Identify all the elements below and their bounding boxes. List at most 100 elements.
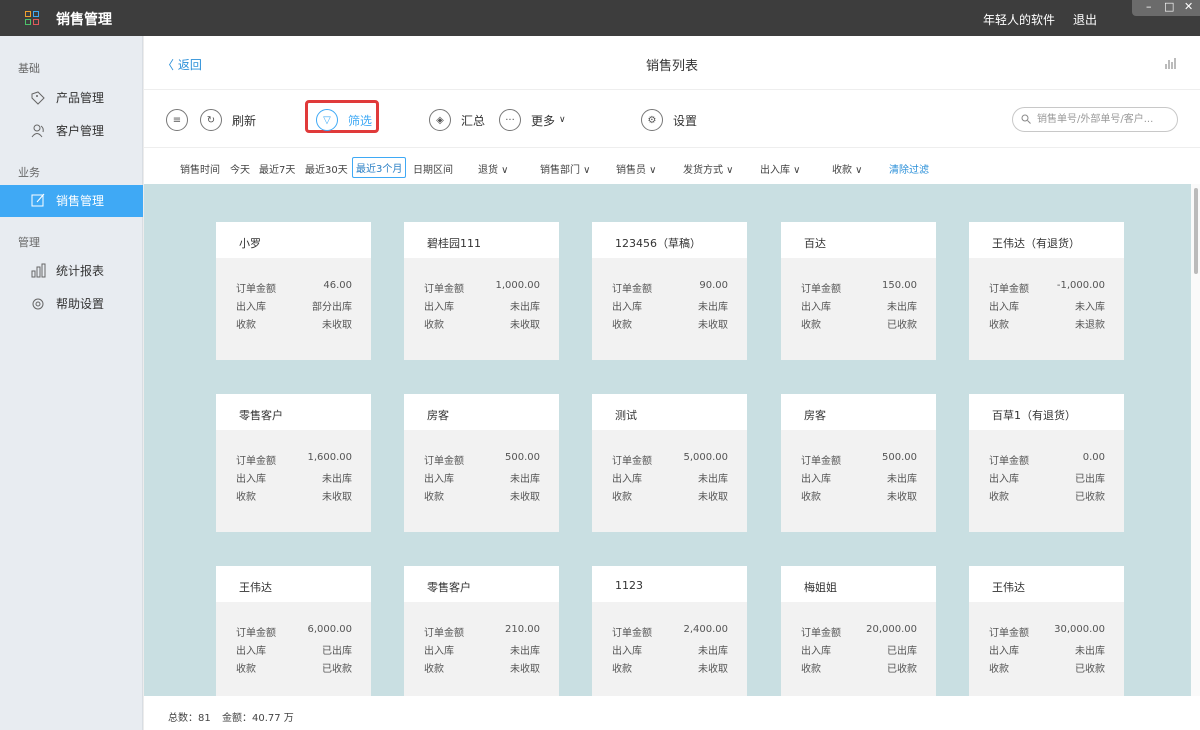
sales-card[interactable]: 王伟达 订单金额 6,000.00 出入库 已出库 收款 已收款: [216, 566, 371, 696]
card-field-label: 订单金额: [989, 456, 1029, 467]
scroll-thumb[interactable]: [1194, 188, 1198, 274]
search-input[interactable]: 销售单号/外部单号/客户...: [1012, 107, 1178, 132]
card-customer-name: 百草1（有退货）: [992, 409, 1076, 422]
card-customer-name: 房客: [427, 409, 449, 422]
sales-card[interactable]: 房客 订单金额 500.00 出入库 未出库 收款 未收取: [404, 394, 559, 532]
scrollbar[interactable]: [1191, 184, 1200, 696]
edit-icon: [31, 193, 45, 207]
filter-last7[interactable]: 最近7天: [259, 161, 295, 176]
sales-card[interactable]: 王伟达（有退货） 订单金额 -1,000.00 出入库 未入库 收款 未退款: [969, 222, 1124, 360]
maximize-icon[interactable]: □: [1164, 0, 1174, 14]
filter-time-label: 销售时间: [180, 165, 220, 176]
sales-card[interactable]: 王伟达 订单金额 30,000.00 出入库 未出库 收款 已收款: [969, 566, 1124, 696]
sidebar-item-products[interactable]: 产品管理: [0, 82, 143, 114]
card-field-value: 未出库: [510, 474, 540, 485]
card-field-value: 未出库: [510, 646, 540, 657]
chart-toggle-icon[interactable]: [1164, 56, 1178, 70]
card-header: 房客: [404, 394, 559, 430]
filter-stock[interactable]: 出入库 ∨: [760, 161, 801, 176]
card-field-value: 未收取: [698, 664, 728, 675]
gear-icon: [32, 298, 44, 310]
filter-today[interactable]: 今天: [230, 161, 250, 176]
sidebar-item-customers[interactable]: 客户管理: [0, 115, 143, 147]
card-field-value: 500.00: [882, 452, 917, 463]
card-field-value: 未出库: [1075, 646, 1105, 657]
card-field-value: -1,000.00: [1056, 280, 1105, 291]
card-field-value: 2,400.00: [683, 624, 728, 635]
card-field-label: 订单金额: [801, 628, 841, 639]
card-field-value: 已出库: [1075, 474, 1105, 485]
menu-button[interactable]: ≡: [166, 108, 198, 132]
card-field-label: 出入库: [801, 302, 831, 313]
sidebar-item-label: 统计报表: [56, 264, 105, 278]
sidebar-item-help-settings[interactable]: 帮助设置: [0, 288, 143, 320]
card-field-value: 未收取: [322, 320, 352, 331]
filter-shipping[interactable]: 发货方式 ∨: [683, 161, 734, 176]
sidebar-section-business: 业务: [18, 166, 40, 179]
card-field-value: 已收款: [322, 664, 352, 675]
filter-dept[interactable]: 销售部门 ∨: [540, 161, 591, 176]
sales-card[interactable]: 1123 订单金额 2,400.00 出入库 未出库 收款 未收取: [592, 566, 747, 696]
card-field-label: 出入库: [424, 474, 454, 485]
filter-salesman[interactable]: 销售员 ∨: [616, 161, 657, 176]
filter-bar: 销售时间 今天 最近7天 最近30天 最近3个月 日期区间 退货 ∨ 销售部门 …: [144, 148, 1200, 184]
filter-last3m[interactable]: 最近3个月: [352, 157, 407, 178]
sales-card[interactable]: 碧桂园111 订单金额 1,000.00 出入库 未出库 收款 未收取: [404, 222, 559, 360]
total-count: 总数：81: [168, 713, 211, 724]
card-customer-name: 零售客户: [239, 409, 283, 422]
card-header: 王伟达: [216, 566, 371, 602]
more-button[interactable]: ··· 更多 ∨: [499, 108, 566, 132]
card-customer-name: 1123: [615, 579, 643, 592]
card-field-label: 收款: [612, 320, 632, 331]
summary-button[interactable]: ◈ 汇总: [429, 108, 485, 132]
card-header: 碧桂园111: [404, 222, 559, 258]
card-field-value: 未收取: [322, 492, 352, 503]
sales-card[interactable]: 零售客户 订单金额 210.00 出入库 未出库 收款 未收取: [404, 566, 559, 696]
card-field-label: 订单金额: [612, 284, 652, 295]
close-icon[interactable]: ✕: [1184, 0, 1193, 14]
card-customer-name: 王伟达（有退货）: [992, 237, 1080, 250]
card-field-value: 未出库: [322, 474, 352, 485]
sidebar-item-reports[interactable]: 统计报表: [0, 255, 143, 287]
card-field-label: 订单金额: [989, 284, 1029, 295]
card-customer-name: 王伟达: [992, 581, 1025, 594]
card-field-value: 20,000.00: [866, 624, 917, 635]
settings-button[interactable]: ⚙ 设置: [641, 108, 697, 132]
filter-date-range[interactable]: 日期区间: [413, 161, 453, 176]
sales-card[interactable]: 百达 订单金额 150.00 出入库 未出库 收款 已收款: [781, 222, 936, 360]
sales-card[interactable]: 测试 订单金额 5,000.00 出入库 未出库 收款 未收取: [592, 394, 747, 532]
card-customer-name: 碧桂园111: [427, 237, 481, 250]
header: 〈 返回 销售列表: [144, 36, 1200, 90]
card-field-label: 订单金额: [236, 456, 276, 467]
filter-button[interactable]: ▽ 筛选: [316, 108, 372, 132]
filter-returns[interactable]: 退货 ∨: [478, 161, 509, 176]
card-header: 百达: [781, 222, 936, 258]
chevron-down-icon: ∨: [559, 115, 566, 125]
sales-card[interactable]: 123456（草稿） 订单金额 90.00 出入库 未出库 收款 未收取: [592, 222, 747, 360]
card-field-label: 收款: [801, 492, 821, 503]
filter-payment[interactable]: 收款 ∨: [832, 161, 863, 176]
sales-card[interactable]: 梅姐姐 订单金额 20,000.00 出入库 已出库 收款 已收款: [781, 566, 936, 696]
card-field-label: 订单金额: [424, 284, 464, 295]
refresh-button[interactable]: ↻ 刷新: [200, 108, 256, 132]
sales-card[interactable]: 百草1（有退货） 订单金额 0.00 出入库 已出库 收款 已收款: [969, 394, 1124, 532]
sales-card[interactable]: 房客 订单金额 500.00 出入库 未出库 收款 未收取: [781, 394, 936, 532]
sales-card[interactable]: 小罗 订单金额 46.00 出入库 部分出库 收款 未收取: [216, 222, 371, 360]
sales-card[interactable]: 零售客户 订单金额 1,600.00 出入库 未出库 收款 未收取: [216, 394, 371, 532]
card-header: 王伟达（有退货）: [969, 222, 1124, 258]
card-customer-name: 测试: [615, 409, 637, 422]
clear-filters-link[interactable]: 清除过滤: [889, 161, 929, 176]
sidebar-item-sales[interactable]: 销售管理: [0, 185, 143, 217]
card-field-value: 未出库: [698, 646, 728, 657]
filter-last30[interactable]: 最近30天: [305, 161, 348, 176]
card-field-value: 未收取: [698, 492, 728, 503]
search-icon: [1021, 114, 1031, 124]
account-link[interactable]: 年轻人的软件: [983, 11, 1055, 28]
logout-link[interactable]: 退出: [1073, 11, 1097, 28]
card-field-label: 收款: [424, 320, 444, 331]
sidebar: 基础 产品管理 客户管理 业务 销售管理 管理 统计报表 帮助设置: [0, 36, 143, 730]
card-field-value: 30,000.00: [1054, 624, 1105, 635]
minimize-icon[interactable]: –: [1146, 0, 1152, 14]
card-field-value: 46.00: [323, 280, 352, 291]
menu-icon: ≡: [166, 109, 188, 131]
